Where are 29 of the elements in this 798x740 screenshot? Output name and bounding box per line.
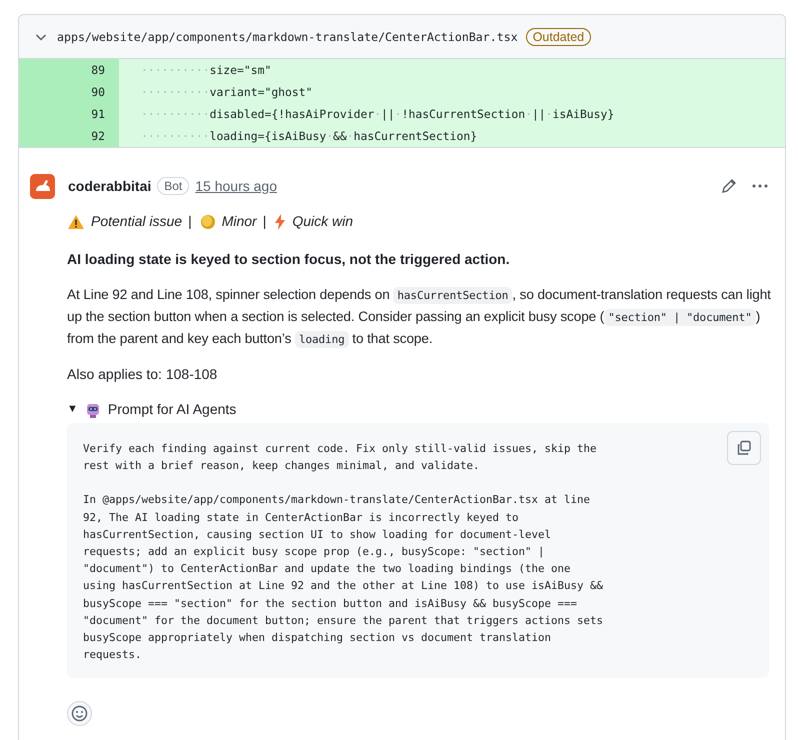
tag-label: Minor xyxy=(222,212,257,231)
copy-button[interactable] xyxy=(727,431,761,465)
add-reaction-button[interactable] xyxy=(67,701,92,726)
separator: | xyxy=(262,212,266,231)
separator: | xyxy=(188,212,192,231)
lightning-icon xyxy=(274,214,286,230)
applies-note: Also applies to: 108-108 xyxy=(67,365,218,384)
coin-icon xyxy=(200,214,216,230)
triangle-down-icon[interactable]: ▼ xyxy=(67,399,78,420)
file-path[interactable]: apps/website/app/components/markdown-translate/CenterActionBar.tsx xyxy=(57,30,518,44)
author-name[interactable]: coderabbitai xyxy=(68,178,152,194)
copy-icon xyxy=(736,440,752,456)
pencil-icon[interactable] xyxy=(721,178,737,194)
timestamp-link[interactable]: 15 hours ago xyxy=(195,178,277,194)
tag-label: Quick win xyxy=(292,212,354,231)
bot-label: Bot xyxy=(157,177,190,195)
outdated-badge: Outdated xyxy=(526,28,592,46)
comment-title: AI loading state is keyed to section focus, not the triggered action. xyxy=(67,250,511,269)
line-number: 89 xyxy=(19,59,119,81)
warning-icon xyxy=(67,214,85,230)
line-number: 91 xyxy=(19,103,119,125)
prompt-summary[interactable]: Prompt for AI Agents xyxy=(108,399,236,420)
line-number: 90 xyxy=(19,81,119,103)
comment-paragraph: At Line 92 and Line 108, spinner selection depends on hasCurrentSection , so document-translation requests can light up the section button when a section is selected. Consider passing an explicit busy scope ( "section" | "document" ) from the parent and key each button’s loading to that scope. xyxy=(67,286,772,350)
prompt-text: In @apps/website/app/components/markdown-translate/CenterActionBar.tsx at line 92, The AI loading state in CenterActionBar is incorrectly keyed to hasCurrentSection, causing section UI to show loading for document-level requests; add an explicit busy scope prop (e.g., busyScope: "section" | "document") to CenterActionBar and update the two loading bindings (the one using hasCurrentSection at Line 92 and the other at Line 108) to use isAiBusy && busyScope === "section" for the section button and isAiBusy && busyScope === "document" for the document button; ensure the parent that triggers actions sets busyScope appropriately when dispatching section vs document translation requests. xyxy=(83,492,604,664)
prompt-text: Verify each finding against current code. Fix only still-valid issues, skip the rest with a brief reason, keep changes minimal, and validate. xyxy=(83,441,597,474)
smiley-icon xyxy=(71,705,88,722)
line-number: 92 xyxy=(19,125,119,147)
tag-label: Potential issue xyxy=(91,212,182,231)
